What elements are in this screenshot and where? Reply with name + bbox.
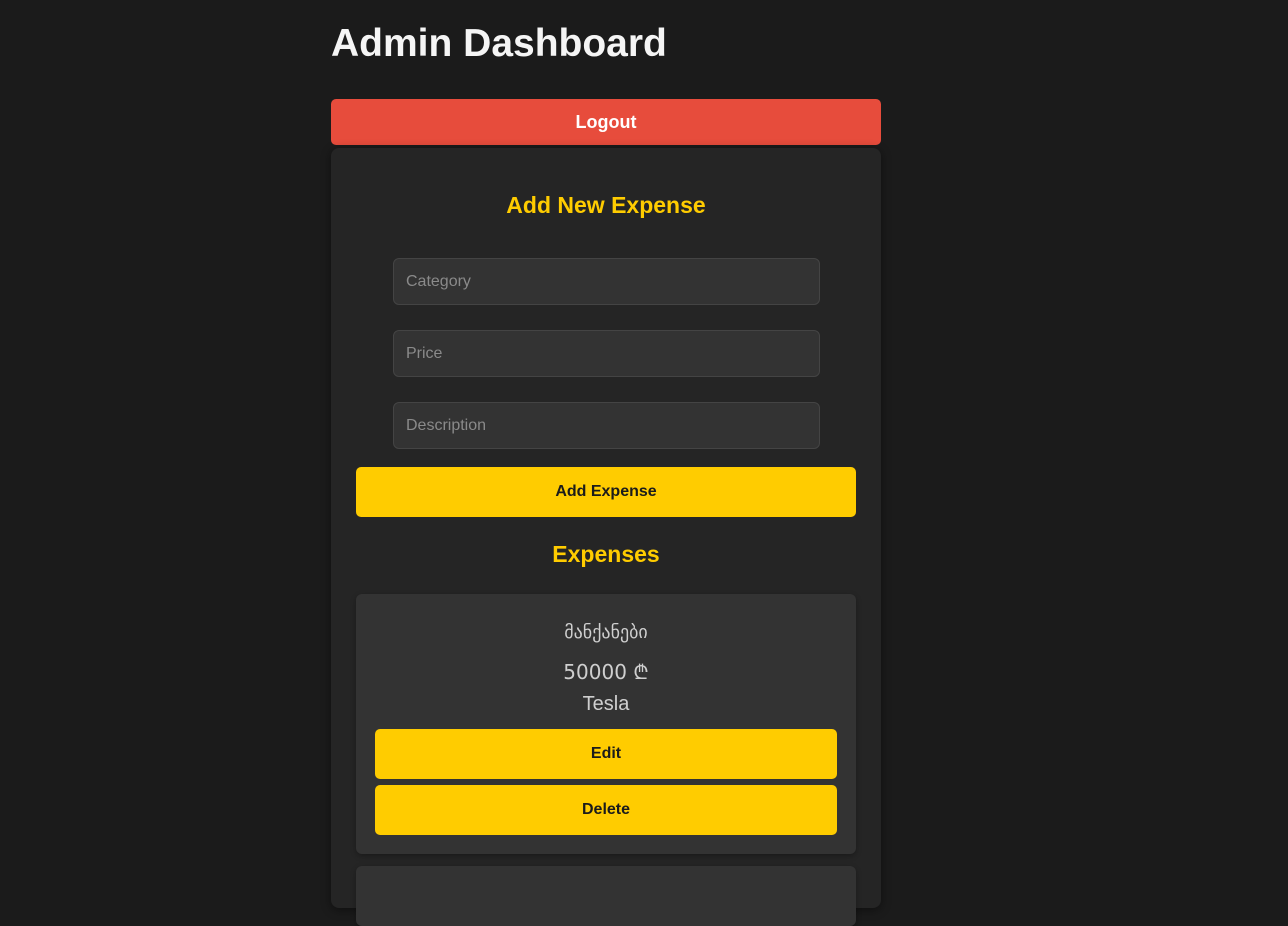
expense-category: მანქანები: [564, 622, 648, 643]
add-expense-button[interactable]: Add Expense: [356, 467, 856, 517]
content-panel: Add New Expense Add Expense Expenses მან…: [331, 148, 881, 926]
description-input[interactable]: [393, 402, 820, 449]
expenses-heading: Expenses: [552, 541, 660, 567]
page-title: Admin Dashboard: [331, 22, 667, 65]
add-expense-heading: Add New Expense: [506, 192, 706, 218]
expense-card: მანქანები 50000 ₾ Tesla Edit Delete: [356, 594, 856, 854]
category-input[interactable]: [393, 258, 820, 305]
price-input[interactable]: [393, 330, 820, 377]
expense-price: 50000 ₾: [563, 660, 649, 684]
expense-card-next: [356, 866, 856, 926]
edit-expense-button[interactable]: Edit: [375, 729, 837, 779]
logout-button[interactable]: Logout: [331, 99, 881, 145]
delete-expense-button[interactable]: Delete: [375, 785, 837, 835]
expense-description: Tesla: [582, 693, 630, 715]
